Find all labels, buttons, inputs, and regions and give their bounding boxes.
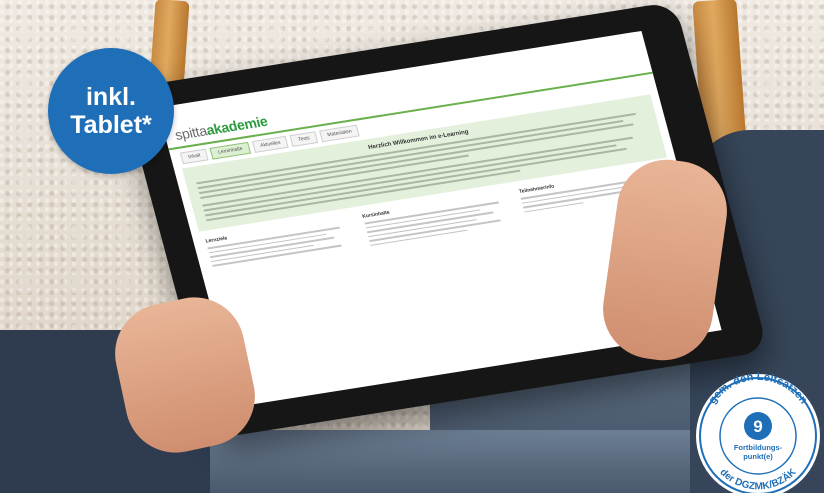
seal-points-number: 9 [753, 417, 762, 436]
badge-line-2: Tablet* [70, 111, 152, 139]
logo-bold: akademie [204, 112, 270, 138]
seal-points-label-2: punkt(e) [743, 452, 773, 461]
cme-points-seal: gem. den Leitsätzen der DGZMK/BZÄK 9 For… [696, 371, 820, 493]
nav-tab[interactable]: Inhalt [179, 148, 209, 165]
nav-tab[interactable]: Lerninhalte [209, 141, 252, 160]
logo-light: spitta [173, 122, 209, 143]
nav-tab[interactable]: Materialien [319, 124, 361, 143]
tablet-included-badge: inkl. Tablet* [48, 48, 174, 174]
nav-tab[interactable]: Aktuelles [251, 135, 289, 153]
seal-points-label-1: Fortbildungs- [734, 443, 783, 452]
badge-line-1: inkl. [85, 83, 136, 111]
nav-tab[interactable]: Tests [289, 131, 319, 147]
